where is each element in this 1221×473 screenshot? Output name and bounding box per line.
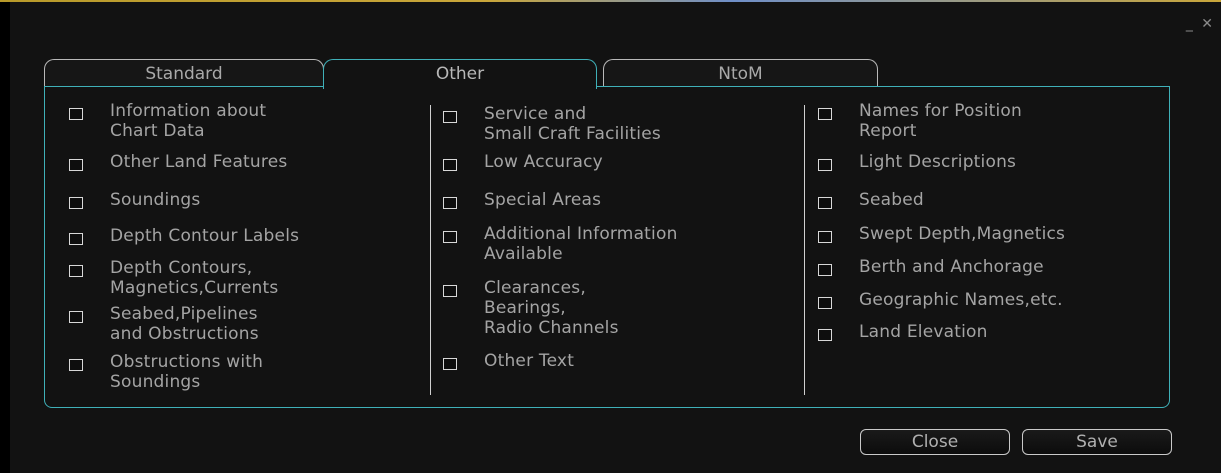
checkbox[interactable]	[443, 197, 457, 209]
option-low-accuracy[interactable]: Low Accuracy	[443, 152, 603, 172]
checkbox[interactable]	[818, 329, 832, 341]
option-label: Service and Small Craft Facilities	[484, 104, 661, 144]
display-settings-window: _ ✕ Standard Other NtoM Information abou…	[0, 0, 1221, 473]
option-seabed[interactable]: Seabed	[818, 190, 924, 210]
option-label: Berth and Anchorage	[859, 257, 1044, 277]
window-controls[interactable]: _ ✕	[1186, 16, 1215, 32]
checkbox[interactable]	[818, 197, 832, 209]
checkbox[interactable]	[818, 159, 832, 171]
checkbox[interactable]	[69, 359, 83, 371]
option-other-text[interactable]: Other Text	[443, 351, 574, 371]
checkbox[interactable]	[69, 159, 83, 171]
checkbox[interactable]	[69, 233, 83, 245]
option-label: Depth Contour Labels	[110, 226, 300, 246]
option-clearances-bearings[interactable]: Clearances, Bearings, Radio Channels	[443, 278, 619, 338]
checkbox[interactable]	[443, 159, 457, 171]
option-label: Light Descriptions	[859, 152, 1017, 172]
option-label: Geographic Names,etc.	[859, 290, 1063, 310]
checkbox[interactable]	[818, 297, 832, 309]
option-label: Swept Depth,Magnetics	[859, 224, 1066, 244]
checkbox[interactable]	[69, 265, 83, 277]
option-land-elevation[interactable]: Land Elevation	[818, 322, 988, 342]
option-swept-depth-magnetics[interactable]: Swept Depth,Magnetics	[818, 224, 1065, 244]
option-label: Obstructions with Soundings	[110, 352, 264, 392]
tab-ntom[interactable]: NtoM	[603, 59, 878, 87]
save-button[interactable]: Save	[1022, 429, 1172, 455]
option-label: Depth Contours, Magnetics,Currents	[110, 258, 279, 298]
checkbox[interactable]	[443, 231, 457, 243]
column-divider	[430, 105, 431, 395]
option-label: Other Text	[484, 351, 575, 371]
option-service-small-craft[interactable]: Service and Small Craft Facilities	[443, 104, 661, 144]
checkbox[interactable]	[443, 358, 457, 370]
option-additional-information[interactable]: Additional Information Available	[443, 224, 678, 264]
checkbox[interactable]	[69, 108, 83, 120]
checkbox[interactable]	[69, 197, 83, 209]
option-berth-and-anchorage[interactable]: Berth and Anchorage	[818, 257, 1044, 277]
option-other-land-features[interactable]: Other Land Features	[69, 152, 287, 172]
checkbox[interactable]	[443, 285, 457, 297]
close-button[interactable]: Close	[860, 429, 1010, 455]
option-soundings[interactable]: Soundings	[69, 190, 200, 210]
checkbox[interactable]	[818, 108, 832, 120]
option-depth-contours[interactable]: Depth Contours, Magnetics,Currents	[69, 258, 278, 298]
option-label: Seabed,Pipelines and Obstructions	[110, 304, 259, 344]
option-geographic-names[interactable]: Geographic Names,etc.	[818, 290, 1063, 310]
checkbox[interactable]	[443, 111, 457, 123]
option-label: Names for Position Report	[859, 101, 1022, 141]
option-label: Additional Information Available	[484, 224, 678, 264]
option-label: Soundings	[110, 190, 201, 210]
tab-panel-other: Information about Chart Data Other Land …	[44, 86, 1170, 408]
tab-standard[interactable]: Standard	[44, 59, 324, 87]
option-special-areas[interactable]: Special Areas	[443, 190, 601, 210]
option-information-about-chart-data[interactable]: Information about Chart Data	[69, 101, 266, 141]
option-label: Low Accuracy	[484, 152, 603, 172]
option-names-for-position-report[interactable]: Names for Position Report	[818, 101, 1022, 141]
checkbox[interactable]	[69, 311, 83, 323]
option-label: Clearances, Bearings, Radio Channels	[484, 278, 619, 338]
tab-other[interactable]: Other	[323, 59, 597, 89]
checkbox[interactable]	[818, 231, 832, 243]
option-label: Information about Chart Data	[110, 101, 267, 141]
option-label: Seabed	[859, 190, 924, 210]
option-depth-contour-labels[interactable]: Depth Contour Labels	[69, 226, 299, 246]
option-obstructions-with-soundings[interactable]: Obstructions with Soundings	[69, 352, 263, 392]
option-light-descriptions[interactable]: Light Descriptions	[818, 152, 1016, 172]
option-label: Special Areas	[484, 190, 602, 210]
checkbox[interactable]	[818, 264, 832, 276]
column-divider	[804, 105, 805, 395]
option-label: Other Land Features	[110, 152, 288, 172]
option-seabed-pipelines[interactable]: Seabed,Pipelines and Obstructions	[69, 304, 259, 344]
option-label: Land Elevation	[859, 322, 988, 342]
